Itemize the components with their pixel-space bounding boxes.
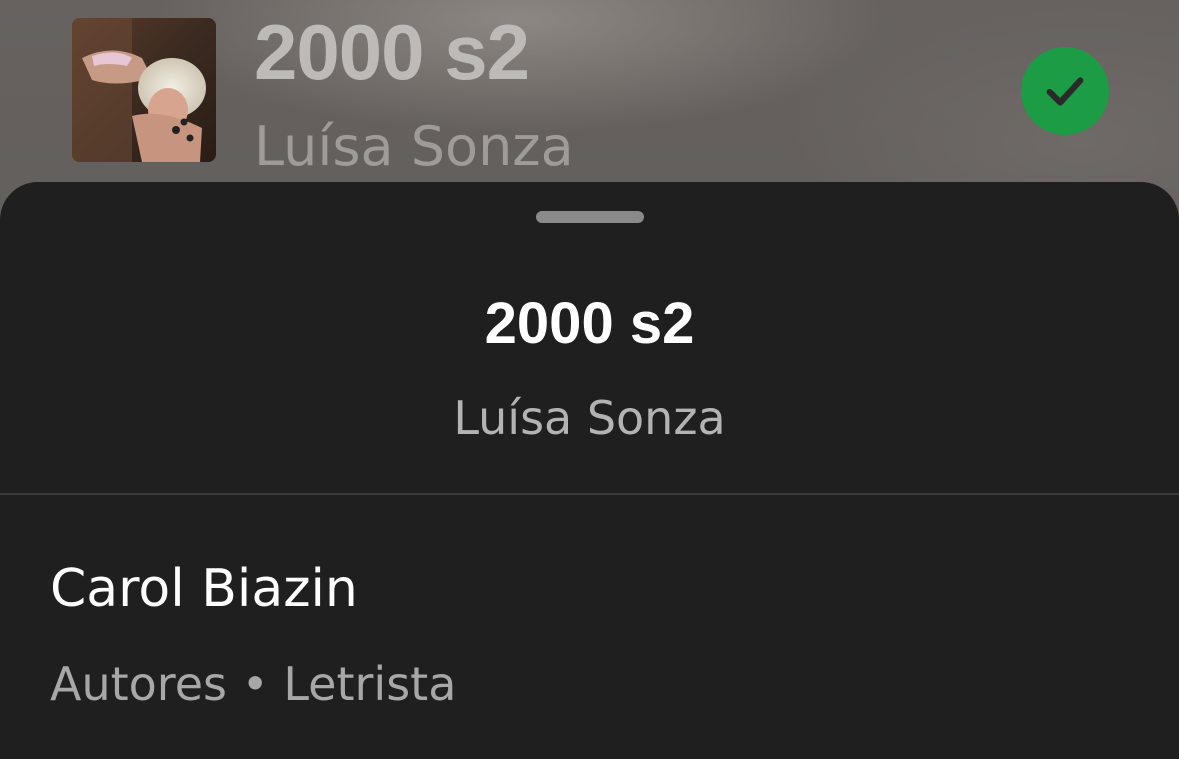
album-cover-image — [72, 18, 216, 162]
sheet-drag-handle[interactable] — [536, 211, 644, 223]
credit-name: Carol Biazin — [50, 559, 358, 619]
credits-bottom-sheet: 2000 s2 Luísa Sonza Carol Biazin Autores… — [0, 182, 1179, 759]
now-playing-bar[interactable]: 2000 s2 Luísa Sonza — [0, 0, 1179, 182]
sheet-song-title: 2000 s2 — [484, 291, 695, 356]
now-playing-title[interactable]: 2000 s2 — [254, 4, 530, 100]
sheet-song-artist: Luísa Sonza — [453, 391, 726, 445]
credit-roles: Autores • Letrista — [50, 657, 457, 711]
liked-button[interactable] — [1021, 47, 1109, 135]
credit-list-item[interactable]: Carol Biazin Autores • Letrista — [0, 495, 1179, 759]
song-credits-screen: 2000 s2 Luísa Sonza 2000 s2 Luísa Sonza … — [0, 0, 1179, 759]
now-playing-artist[interactable]: Luísa Sonza — [254, 112, 574, 182]
check-icon — [1046, 77, 1084, 106]
